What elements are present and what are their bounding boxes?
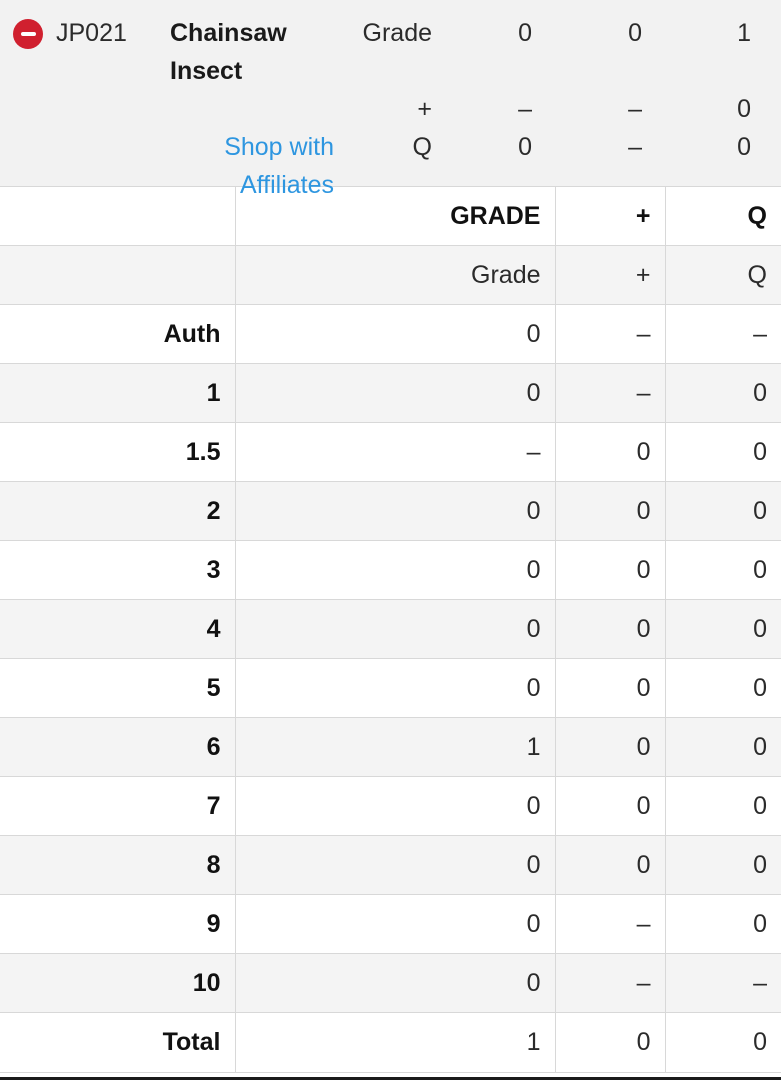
item-code: JP021 xyxy=(56,19,127,47)
table-row: 5000 xyxy=(0,658,781,718)
cell-q: 0 xyxy=(665,481,781,541)
row-label: 7 xyxy=(0,776,236,836)
row-label: 1.5 xyxy=(0,422,236,482)
summary-value-grade-2: 0 xyxy=(628,19,642,47)
summary-value-q-2: – xyxy=(628,133,642,161)
table-row: 4000 xyxy=(0,599,781,659)
item-title: Chainsaw Insect xyxy=(170,14,338,90)
cell-grade: 0 xyxy=(235,658,556,718)
shop-link-line-2: Affiliates xyxy=(239,171,334,199)
cell-plus: 0 xyxy=(555,481,666,541)
summary-band: JP021 Chainsaw Insect Grade 0 0 1 + – – … xyxy=(0,0,781,199)
table-row: Auth 0– – xyxy=(0,304,781,364)
subheader-q: Q xyxy=(665,245,781,305)
minus-bar xyxy=(20,32,36,36)
cell-q: 0 xyxy=(665,835,781,895)
cell-grade: 0 xyxy=(235,481,556,541)
cell-q: 0 xyxy=(665,422,781,482)
summary-row-label-plus: + xyxy=(417,95,432,123)
subheader-grade: Grade xyxy=(235,245,556,305)
summary-value-q-3: 0 xyxy=(737,133,751,161)
cell-plus: 0 xyxy=(555,835,666,895)
table-row: Total 1 0 0 xyxy=(0,1012,781,1072)
summary-value-q-1: 0 xyxy=(518,133,532,161)
cell-plus: 0 xyxy=(555,422,666,482)
cell-grade: 0 xyxy=(235,894,556,954)
row-label: 6 xyxy=(0,717,236,777)
cell-grade: 0 xyxy=(235,304,556,364)
cell-plus: 0 xyxy=(555,658,666,718)
item-title-line-2: Insect xyxy=(170,57,243,85)
table-header-row-sub: Grade + Q xyxy=(0,245,781,305)
row-label: 3 xyxy=(0,540,236,600)
cell-grade: 0 xyxy=(235,540,556,600)
subheader-blank xyxy=(0,245,236,305)
table-row: 1.5–0 0 xyxy=(0,422,781,482)
grade-breakdown-table: GRADE + Q Grade + Q Auth 0– –1 0–0 1.5–0 0 2 0 0… xyxy=(0,186,781,1072)
summary-value-plus-2: – xyxy=(628,95,642,123)
cell-plus: – xyxy=(555,953,666,1013)
population-report-page: JP021 Chainsaw Insect Grade 0 0 1 + – – … xyxy=(0,0,781,1080)
table-row: 7000 xyxy=(0,776,781,836)
cell-grade: 0 xyxy=(235,363,556,423)
cell-plus: 0 xyxy=(555,717,666,777)
cell-grade: 0 xyxy=(235,776,556,836)
cell-q: 0 xyxy=(665,363,781,423)
cell-grade: 1 xyxy=(235,1012,556,1072)
table-head: GRADE + Q Grade + Q xyxy=(0,186,781,305)
cell-q: 0 xyxy=(665,1012,781,1072)
minus-circle-icon[interactable] xyxy=(13,19,43,49)
cell-plus: 0 xyxy=(555,540,666,600)
item-title-line-1: Chainsaw xyxy=(170,19,287,47)
cell-plus: 0 xyxy=(555,599,666,659)
row-label: 9 xyxy=(0,894,236,954)
row-label: Auth xyxy=(0,304,236,364)
row-label: 2 xyxy=(0,481,236,541)
cell-plus: – xyxy=(555,363,666,423)
status-icon-cell xyxy=(0,14,56,49)
cell-plus: – xyxy=(555,894,666,954)
row-label: 5 xyxy=(0,658,236,718)
shop-with-affiliates-link[interactable]: Shop with Affiliates xyxy=(170,128,338,204)
summary-row-label-grade: Grade xyxy=(362,19,432,47)
cell-q: 0 xyxy=(665,599,781,659)
shop-link-line-1: Shop with xyxy=(224,133,334,161)
cell-q: 0 xyxy=(665,540,781,600)
table-row: 6100 xyxy=(0,717,781,777)
table-row: 2000 xyxy=(0,481,781,541)
cell-plus: 0 xyxy=(555,1012,666,1072)
cell-grade: 0 xyxy=(235,599,556,659)
table-row: 3000 xyxy=(0,540,781,600)
row-label: 4 xyxy=(0,599,236,659)
cell-grade: 0 xyxy=(235,953,556,1013)
summary-value-grade-3: 1 xyxy=(737,19,751,47)
summary-value-plus-1: – xyxy=(518,95,532,123)
cell-q: 0 xyxy=(665,776,781,836)
table-row: 9 0–0 xyxy=(0,894,781,954)
cell-grade: 1 xyxy=(235,717,556,777)
summary-value-grade-1: 0 xyxy=(518,19,532,47)
row-label: 8 xyxy=(0,835,236,895)
table-row: 10 0– – xyxy=(0,953,781,1013)
cell-grade: – xyxy=(235,422,556,482)
row-label: 10 xyxy=(0,953,236,1013)
cell-q: – xyxy=(665,304,781,364)
cell-grade: 0 xyxy=(235,835,556,895)
summary-value-plus-3: 0 xyxy=(737,95,751,123)
subheader-plus: + xyxy=(555,245,666,305)
cell-q: 0 xyxy=(665,717,781,777)
row-label: Total xyxy=(0,1012,236,1072)
table-row: 1 0–0 xyxy=(0,363,781,423)
table-row: 8000 xyxy=(0,835,781,895)
table-body: Auth 0– –1 0–0 1.5–0 0 2 0 0 0 3 0 0 0 4 0 0 0 5 0 0 0 6 1 0 0 7 0 0… xyxy=(0,304,781,1072)
cell-plus: 0 xyxy=(555,776,666,836)
cell-plus: – xyxy=(555,304,666,364)
row-label: 1 xyxy=(0,363,236,423)
cell-q: – xyxy=(665,953,781,1013)
summary-grid: JP021 Chainsaw Insect Grade 0 0 1 + – – … xyxy=(0,14,781,204)
cell-q: 0 xyxy=(665,894,781,954)
cell-q: 0 xyxy=(665,658,781,718)
summary-row-label-q: Q xyxy=(412,133,432,161)
